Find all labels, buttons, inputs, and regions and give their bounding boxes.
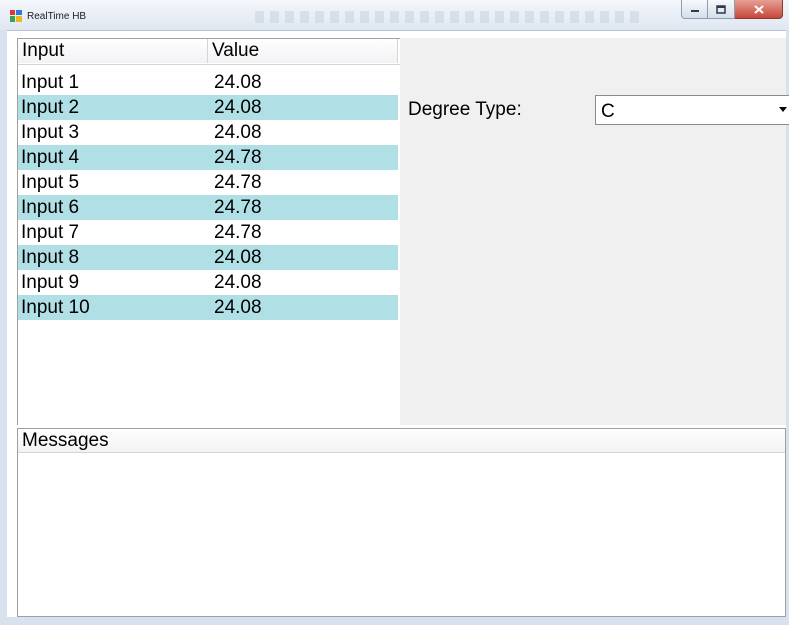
row-value-cell: 24.08 xyxy=(214,97,262,118)
degree-type-value: C xyxy=(601,101,615,122)
row-value-cell: 24.08 xyxy=(214,122,262,143)
row-value-cell: 24.08 xyxy=(214,272,262,293)
row-input-cell: Input 4 xyxy=(21,147,80,168)
maximize-icon xyxy=(716,4,726,14)
list-row[interactable]: Input 8 24.08 xyxy=(18,245,398,270)
row-value-cell: 24.08 xyxy=(214,247,262,268)
row-input-cell: Input 9 xyxy=(21,272,80,293)
degree-type-select[interactable]: C xyxy=(595,95,789,125)
row-input-cell: Input 10 xyxy=(21,297,90,318)
row-input-cell: Input 5 xyxy=(21,172,80,193)
window-controls xyxy=(681,0,783,19)
column-header-value[interactable]: Value xyxy=(208,39,398,63)
title-decoration xyxy=(255,11,640,23)
list-row[interactable]: Input 1 24.08 xyxy=(18,70,398,95)
row-input-cell: Input 7 xyxy=(21,222,80,243)
list-row[interactable]: Input 7 24.78 xyxy=(18,220,398,245)
messages-list[interactable]: Messages xyxy=(17,428,786,617)
window-bottom-border xyxy=(0,617,789,625)
minimize-icon xyxy=(690,10,699,12)
list-row[interactable]: Input 4 24.78 xyxy=(18,145,398,170)
row-input-cell: Input 3 xyxy=(21,122,80,143)
row-input-cell: Input 8 xyxy=(21,247,80,268)
row-value-cell: 24.08 xyxy=(214,297,262,318)
title-bar: RealTime HB xyxy=(0,0,789,31)
list-row[interactable]: Input 10 24.08 xyxy=(18,295,398,320)
list-row[interactable]: Input 3 24.08 xyxy=(18,120,398,145)
row-value-cell: 24.08 xyxy=(214,72,262,93)
window-title: RealTime HB xyxy=(27,11,87,22)
app-icon xyxy=(10,10,22,22)
list-row[interactable]: Input 6 24.78 xyxy=(18,195,398,220)
row-value-cell: 24.78 xyxy=(214,197,262,218)
list-header: Input Value xyxy=(18,39,400,65)
row-input-cell: Input 1 xyxy=(21,72,80,93)
settings-panel: Degree Type: C xyxy=(400,38,789,425)
list-row[interactable]: Input 2 24.08 xyxy=(18,95,398,120)
close-button[interactable] xyxy=(735,0,783,19)
row-value-cell: 24.78 xyxy=(214,222,262,243)
column-header-input[interactable]: Input xyxy=(18,39,208,63)
window-left-border xyxy=(0,30,7,625)
chevron-down-icon[interactable] xyxy=(779,107,787,112)
messages-header[interactable]: Messages xyxy=(18,429,785,453)
row-input-cell: Input 2 xyxy=(21,97,80,118)
row-value-cell: 24.78 xyxy=(214,147,262,168)
close-icon xyxy=(753,4,764,14)
row-input-cell: Input 6 xyxy=(21,197,80,218)
degree-type-label: Degree Type: xyxy=(408,99,522,120)
inputs-list-view[interactable]: Input Value Input 1 24.08 Input 2 24.08 In… xyxy=(17,38,400,425)
list-rows: Input 1 24.08 Input 2 24.08 Input 3 24.08 I… xyxy=(18,70,398,320)
maximize-button[interactable] xyxy=(708,0,735,19)
row-value-cell: 24.78 xyxy=(214,172,262,193)
list-row[interactable]: Input 9 24.08 xyxy=(18,270,398,295)
minimize-button[interactable] xyxy=(681,0,708,19)
list-row[interactable]: Input 5 24.78 xyxy=(18,170,398,195)
